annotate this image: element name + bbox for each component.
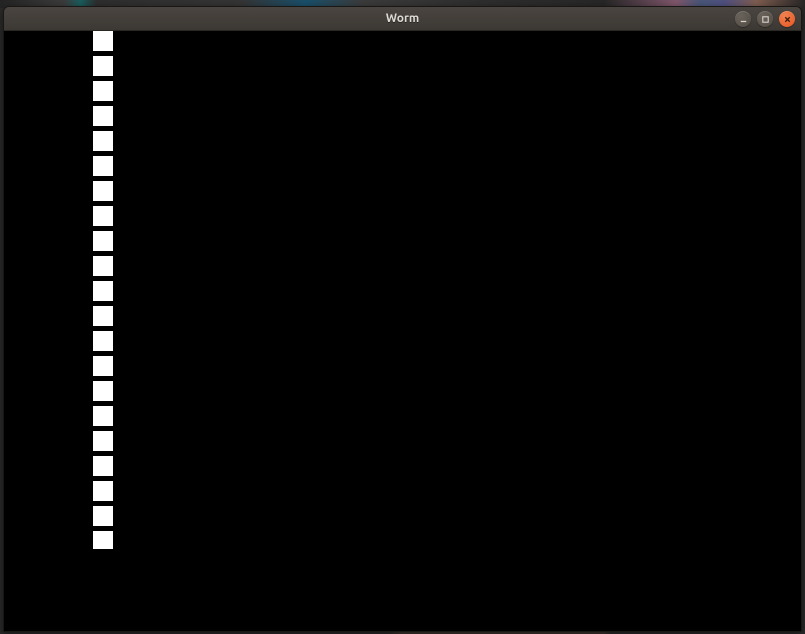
- worm-segment: [93, 131, 113, 151]
- worm-segment: [93, 31, 113, 51]
- worm-segment: [93, 356, 113, 376]
- maximize-button[interactable]: [757, 11, 773, 27]
- worm-segment: [93, 481, 113, 501]
- worm-segment: [93, 531, 113, 549]
- window-controls: [735, 11, 795, 27]
- application-window: Worm: [3, 6, 802, 632]
- worm-segment: [93, 506, 113, 526]
- worm-segment: [93, 281, 113, 301]
- maximize-icon: [761, 15, 770, 24]
- minimize-icon: [739, 15, 748, 24]
- worm-segment: [93, 231, 113, 251]
- titlebar[interactable]: Worm: [4, 7, 801, 31]
- worm-segment: [93, 381, 113, 401]
- minimize-button[interactable]: [735, 11, 751, 27]
- close-button[interactable]: [779, 11, 795, 27]
- worm-segment: [93, 206, 113, 226]
- worm-segment: [93, 431, 113, 451]
- worm-segment: [93, 406, 113, 426]
- worm-segment: [93, 181, 113, 201]
- worm-segment: [93, 156, 113, 176]
- game-canvas[interactable]: [4, 31, 801, 631]
- window-title: Worm: [386, 12, 419, 25]
- worm-segment: [93, 306, 113, 326]
- worm-segment: [93, 256, 113, 276]
- worm-segment: [93, 56, 113, 76]
- worm-segment: [93, 331, 113, 351]
- close-icon: [783, 15, 792, 24]
- worm-segment: [93, 106, 113, 126]
- worm-segment: [93, 456, 113, 476]
- worm-segment: [93, 81, 113, 101]
